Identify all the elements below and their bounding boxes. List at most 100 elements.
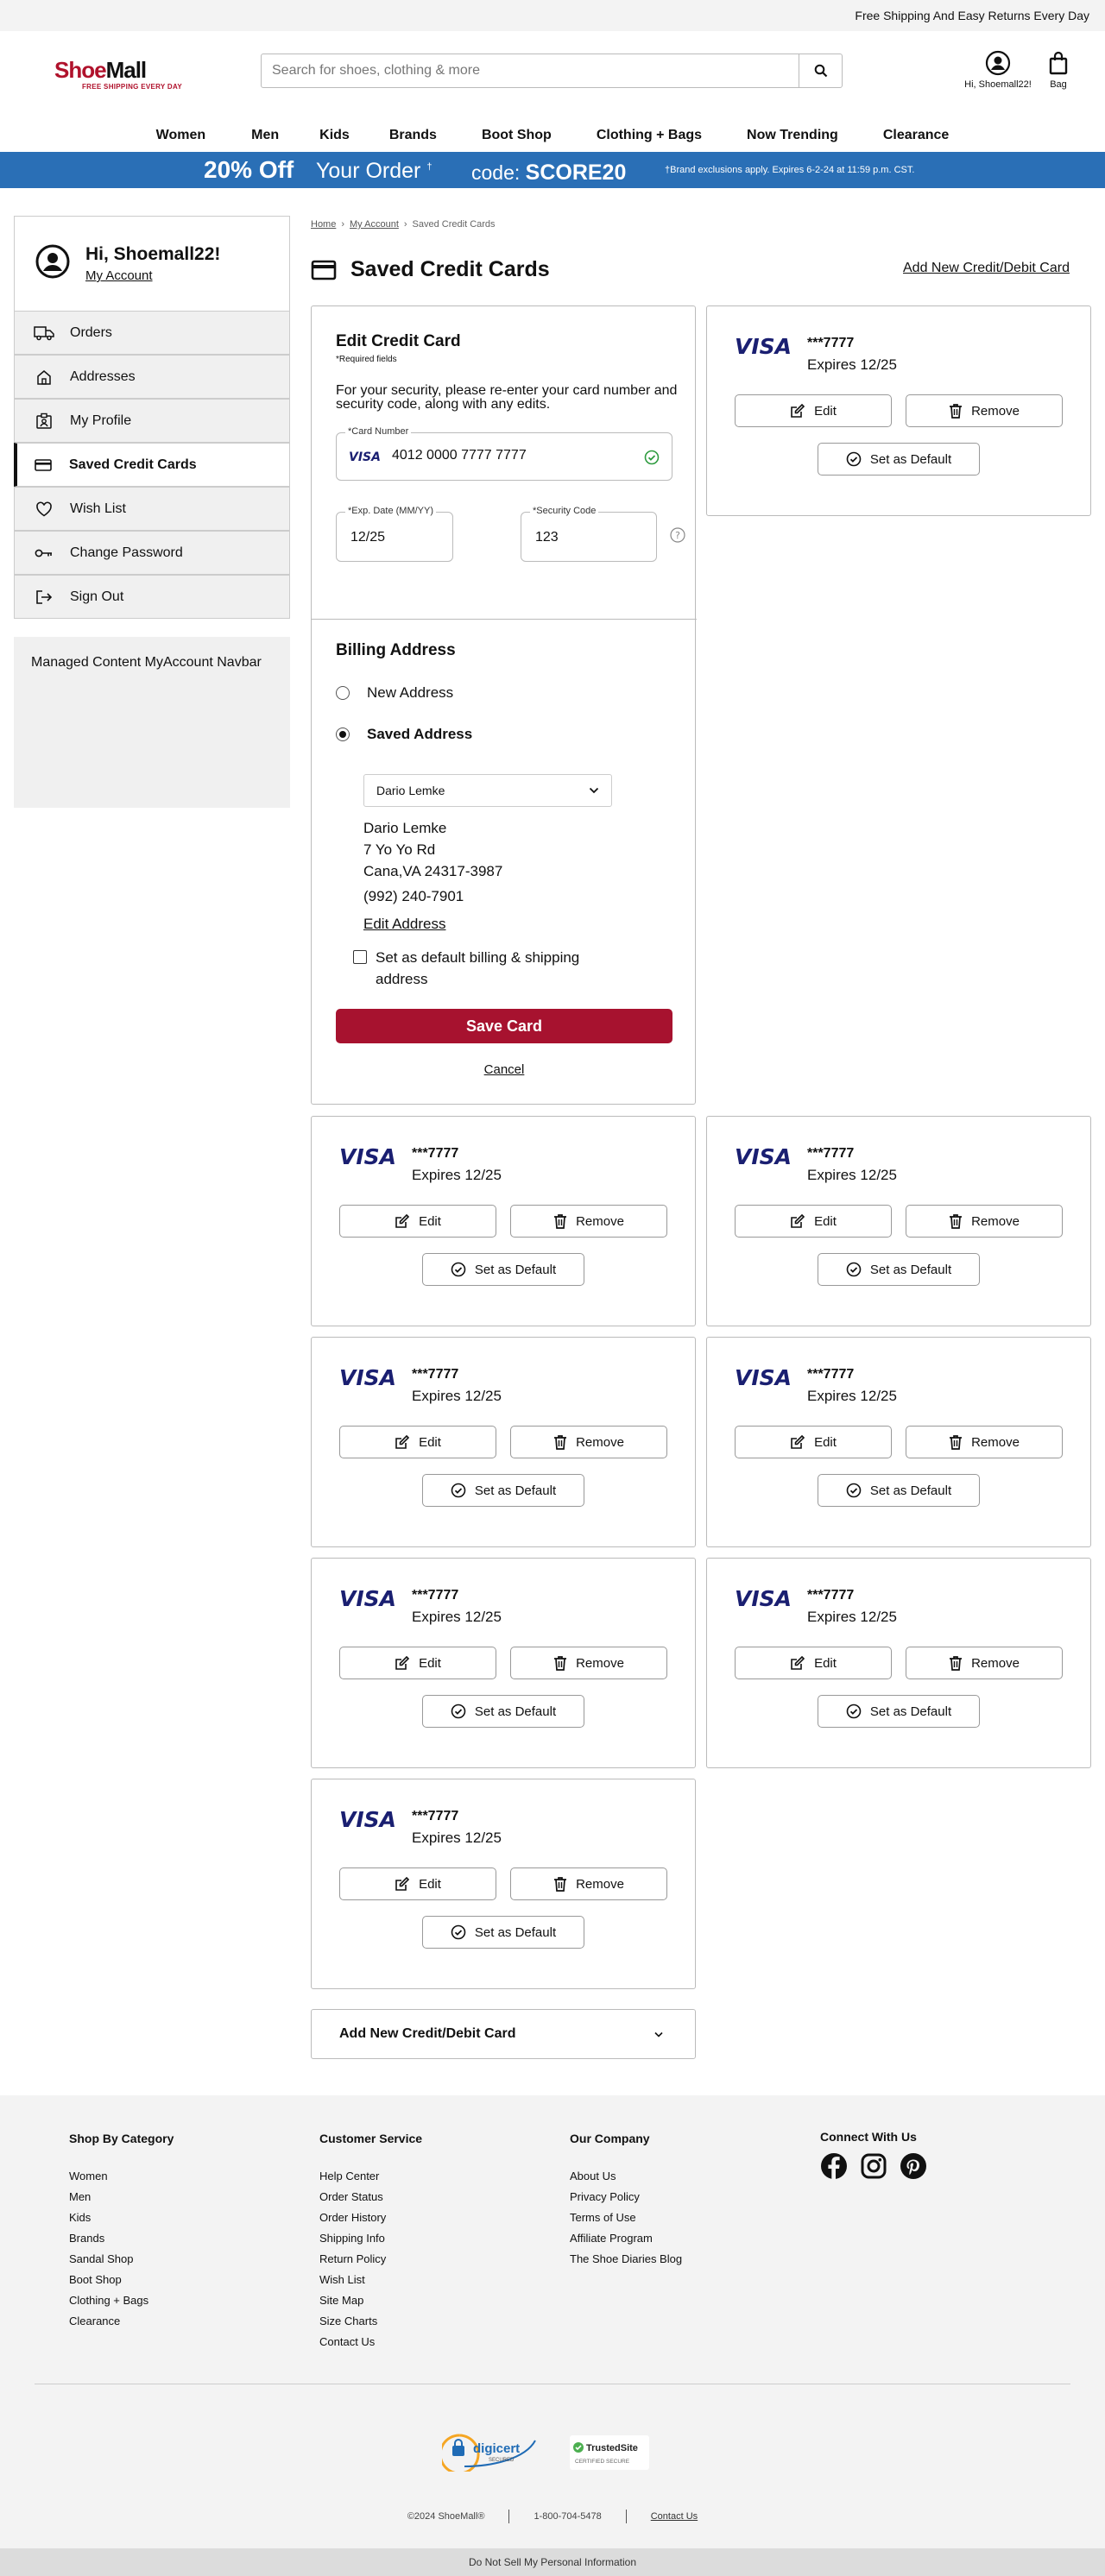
edit-card-button[interactable]: Edit [735, 1426, 892, 1458]
nav-now-trending[interactable]: Now Trending [747, 124, 838, 152]
sidebar-item-addresses[interactable]: Addresses [14, 355, 290, 399]
footer-link[interactable]: The Shoe Diaries Blog [570, 2249, 682, 2270]
cancel-link[interactable]: Cancel [312, 1062, 697, 1077]
search-button[interactable] [799, 54, 842, 87]
trustedsite-badge[interactable]: TrustedSite CERTIFIED SECURE [570, 2435, 649, 2470]
set-default-button[interactable]: Set as Default [422, 1474, 584, 1507]
footer-link[interactable]: Help Center [319, 2166, 422, 2187]
new-address-option[interactable]: New Address [336, 684, 453, 702]
footer-link[interactable]: Affiliate Program [570, 2228, 682, 2249]
remove-card-button[interactable]: Remove [510, 1426, 667, 1458]
footer-link[interactable]: Sandal Shop [69, 2249, 174, 2270]
add-new-card-accordion[interactable]: Add New Credit/Debit Card [311, 2009, 696, 2059]
footer-link[interactable]: Boot Shop [69, 2270, 174, 2290]
digicert-badge[interactable]: digicert SECURED [442, 2430, 544, 2472]
saved-address-select[interactable]: Dario Lemke [363, 774, 612, 807]
footer-link[interactable]: Clothing + Bags [69, 2290, 174, 2311]
footer-link[interactable]: About Us [570, 2166, 682, 2187]
nav-clothing-bags[interactable]: Clothing + Bags [597, 124, 702, 152]
remove-card-button[interactable]: Remove [510, 1647, 667, 1679]
footer-link[interactable]: Kids [69, 2208, 174, 2228]
add-new-card-link[interactable]: Add New Credit/Debit Card [903, 261, 1070, 276]
sidebar-item-wish-list[interactable]: Wish List [14, 487, 290, 531]
footer-link[interactable]: Return Policy [319, 2249, 422, 2270]
remove-card-button[interactable]: Remove [906, 394, 1063, 427]
pinterest-icon[interactable] [900, 2152, 927, 2180]
nav-women[interactable]: Women [156, 124, 205, 152]
edit-card-button[interactable]: Edit [735, 1647, 892, 1679]
facebook-icon[interactable] [820, 2152, 848, 2180]
footer-link[interactable]: Site Map [319, 2290, 422, 2311]
my-account-link[interactable]: My Account [85, 268, 153, 283]
check-circle-icon [846, 1262, 870, 1277]
footer-link[interactable]: Size Charts [319, 2311, 422, 2332]
remove-card-button[interactable]: Remove [510, 1205, 667, 1238]
footer-link[interactable]: Contact Us [319, 2332, 422, 2352]
sidebar-item-my-profile[interactable]: My Profile [14, 399, 290, 443]
set-default-button[interactable]: Set as Default [818, 443, 980, 476]
footer-link[interactable]: Shipping Info [319, 2228, 422, 2249]
nav-men[interactable]: Men [251, 124, 279, 152]
nav-boot-shop[interactable]: Boot Shop [482, 124, 552, 152]
edit-card-button[interactable]: Edit [735, 394, 892, 427]
footer-link[interactable]: Order Status [319, 2187, 422, 2208]
edit-card-button[interactable]: Edit [339, 1205, 496, 1238]
sidebar-item-saved-credit-cards[interactable]: Saved Credit Cards [14, 443, 290, 487]
account-menu[interactable]: Hi, Shoemall22! [955, 50, 1041, 90]
remove-label: Remove [576, 1213, 624, 1229]
instagram-icon[interactable] [860, 2152, 887, 2180]
remove-card-button[interactable]: Remove [510, 1867, 667, 1900]
footer-link[interactable]: Men [69, 2187, 174, 2208]
edit-card-button[interactable]: Edit [339, 1867, 496, 1900]
sidebar-header: Hi, Shoemall22! My Account [14, 216, 290, 311]
bag-button[interactable]: Bag [1041, 50, 1076, 90]
footer-link[interactable]: Brands [69, 2228, 174, 2249]
edit-card-button[interactable]: Edit [735, 1205, 892, 1238]
remove-card-button[interactable]: Remove [906, 1426, 1063, 1458]
footer-link[interactable]: Privacy Policy [570, 2187, 682, 2208]
footer-link[interactable]: Order History [319, 2208, 422, 2228]
breadcrumb-my-account[interactable]: My Account [350, 219, 399, 230]
set-default-button[interactable]: Set as Default [422, 1695, 584, 1728]
default-address-checkbox-row[interactable]: Set as default billing & shipping addres… [353, 947, 612, 990]
footer-link[interactable]: Wish List [319, 2270, 422, 2290]
remove-card-button[interactable]: Remove [906, 1647, 1063, 1679]
nav-clearance[interactable]: Clearance [883, 124, 950, 152]
nav-brands[interactable]: Brands [389, 124, 437, 152]
footer-link[interactable]: Clearance [69, 2311, 174, 2332]
edit-card-button[interactable]: Edit [339, 1647, 496, 1679]
promo-banner[interactable]: 20% Off Your Order † code: SCORE20 †Bran… [0, 152, 1105, 188]
do-not-sell-link[interactable]: Do Not Sell My Personal Information [0, 2548, 1105, 2576]
saved-address-radio[interactable] [336, 727, 350, 741]
set-default-button[interactable]: Set as Default [818, 1474, 980, 1507]
nav-kids[interactable]: Kids [319, 124, 350, 152]
footer-separator [625, 2510, 627, 2523]
shoemall-logo[interactable]: ShoeMall FREE SHIPPING EVERY DAY [54, 57, 191, 93]
edit-label: Edit [814, 1655, 837, 1671]
default-address-checkbox[interactable] [353, 950, 367, 964]
copyright: ©2024 ShoeMall® [407, 2510, 485, 2522]
edit-card-button[interactable]: Edit [339, 1426, 496, 1458]
set-default-button[interactable]: Set as Default [818, 1695, 980, 1728]
set-default-button[interactable]: Set as Default [422, 1253, 584, 1286]
set-default-button[interactable]: Set as Default [818, 1253, 980, 1286]
breadcrumb-home[interactable]: Home [311, 219, 336, 230]
footer-link[interactable]: Women [69, 2166, 174, 2187]
set-default-button[interactable]: Set as Default [422, 1916, 584, 1949]
new-address-radio[interactable] [336, 686, 350, 700]
save-card-button[interactable]: Save Card [336, 1009, 672, 1043]
card-number-field[interactable]: *Card Number VISA 4012 0000 7777 7777 [336, 426, 672, 481]
sidebar-item-sign-out[interactable]: Sign Out [14, 575, 290, 619]
sidebar-item-change-password[interactable]: Change Password [14, 531, 290, 575]
exp-date-field[interactable]: *Exp. Date (MM/YY) 12/25 [336, 506, 453, 562]
search-input[interactable] [262, 54, 799, 87]
footer-link[interactable]: Terms of Use [570, 2208, 682, 2228]
edit-address-link[interactable]: Edit Address [363, 916, 445, 933]
saved-address-label: Saved Address [367, 726, 473, 742]
sidebar-item-orders[interactable]: Orders [14, 311, 290, 355]
security-code-field[interactable]: *Security Code 123 [521, 506, 657, 562]
saved-address-option[interactable]: Saved Address [336, 726, 472, 743]
footer-contact-link[interactable]: Contact Us [651, 2511, 698, 2522]
help-icon[interactable]: ? [670, 527, 685, 543]
remove-card-button[interactable]: Remove [906, 1205, 1063, 1238]
